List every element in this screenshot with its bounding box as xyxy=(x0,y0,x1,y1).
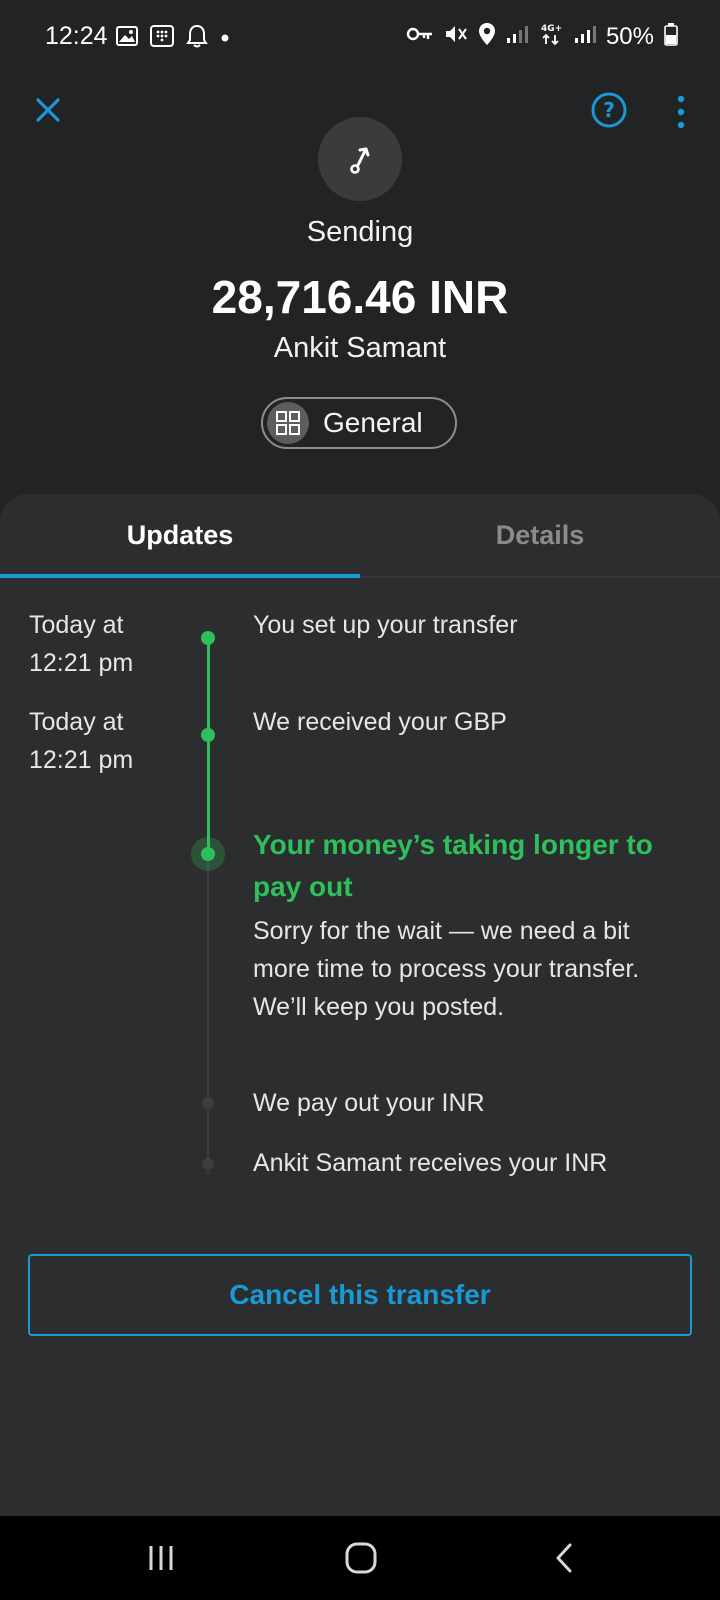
recent-apps-button[interactable] xyxy=(131,1534,191,1582)
timeline-dot-pending xyxy=(202,1097,214,1109)
timeline-step-text: Ankit Samant receives your INR xyxy=(253,1149,608,1177)
timeline-dot-done xyxy=(201,728,215,742)
transfer-status: Sending xyxy=(306,216,414,248)
close-icon xyxy=(36,98,60,122)
status-time: 12:24 xyxy=(45,22,108,50)
battery-icon xyxy=(664,22,678,51)
svg-text:?: ? xyxy=(603,98,615,122)
timeline-progress-line xyxy=(207,637,210,854)
keypad-icon xyxy=(150,25,174,52)
signal-icon xyxy=(506,24,528,49)
key-icon xyxy=(406,26,434,47)
transfer-card: Updates Details Today at 12:21 pm You se… xyxy=(0,494,720,1516)
location-icon xyxy=(478,22,496,51)
back-button[interactable] xyxy=(534,1534,594,1582)
transfer-status-badge xyxy=(318,117,402,201)
mute-icon xyxy=(444,23,468,50)
timeline-alert-body: Sorry for the wait — we need a bit more … xyxy=(253,917,640,1021)
more-vertical-icon xyxy=(677,95,685,129)
timeline-time: Today at 12:21 pm xyxy=(29,611,134,677)
help-icon: ? xyxy=(591,92,627,128)
status-left-icons xyxy=(116,24,230,53)
cancel-transfer-button[interactable]: Cancel this transfer xyxy=(28,1254,692,1336)
signal-icon xyxy=(574,24,596,49)
category-chip[interactable]: General xyxy=(261,397,457,449)
send-arrow-icon xyxy=(350,147,370,174)
system-nav-bar xyxy=(0,1516,720,1600)
timeline-dot-current xyxy=(201,847,215,861)
back-icon xyxy=(556,1543,572,1573)
timeline-step-text: We received your GBP xyxy=(253,708,507,736)
svg-text:4G+: 4G+ xyxy=(541,24,562,34)
dot-icon xyxy=(220,30,230,48)
timeline-step-text: You set up your transfer xyxy=(253,611,518,639)
close-button[interactable] xyxy=(30,92,66,128)
recent-apps-icon xyxy=(149,1546,173,1570)
timeline-pending-line xyxy=(207,854,209,1174)
status-right-icons: 4G+ 50% xyxy=(406,22,678,51)
more-options-button[interactable] xyxy=(669,94,693,130)
status-bar: 12:24 4G+ 50% xyxy=(0,0,720,76)
home-button[interactable] xyxy=(331,1534,391,1582)
transfer-amount: 28,716.46 INR xyxy=(211,271,509,323)
recipient-name: Ankit Samant xyxy=(273,332,447,364)
transfer-screen: 12:24 4G+ 50% ? Sending 28,716.46 INR An… xyxy=(0,0,720,1600)
timeline-alert-title: Your money’s taking longer to pay out xyxy=(253,829,653,902)
battery-percent: 50% xyxy=(605,22,654,50)
grid-icon xyxy=(267,402,309,444)
image-icon xyxy=(116,26,138,51)
timeline-time: Today at 12:21 pm xyxy=(29,708,134,774)
bell-icon xyxy=(186,24,208,53)
home-icon xyxy=(345,1542,377,1574)
timeline-dot-done xyxy=(201,631,215,645)
timeline-step-text: We pay out your INR xyxy=(253,1089,485,1117)
category-label: General xyxy=(323,407,423,438)
network-4g-icon: 4G+ xyxy=(538,22,564,51)
timeline-dot-pending xyxy=(202,1158,214,1170)
help-button[interactable]: ? xyxy=(590,91,628,129)
